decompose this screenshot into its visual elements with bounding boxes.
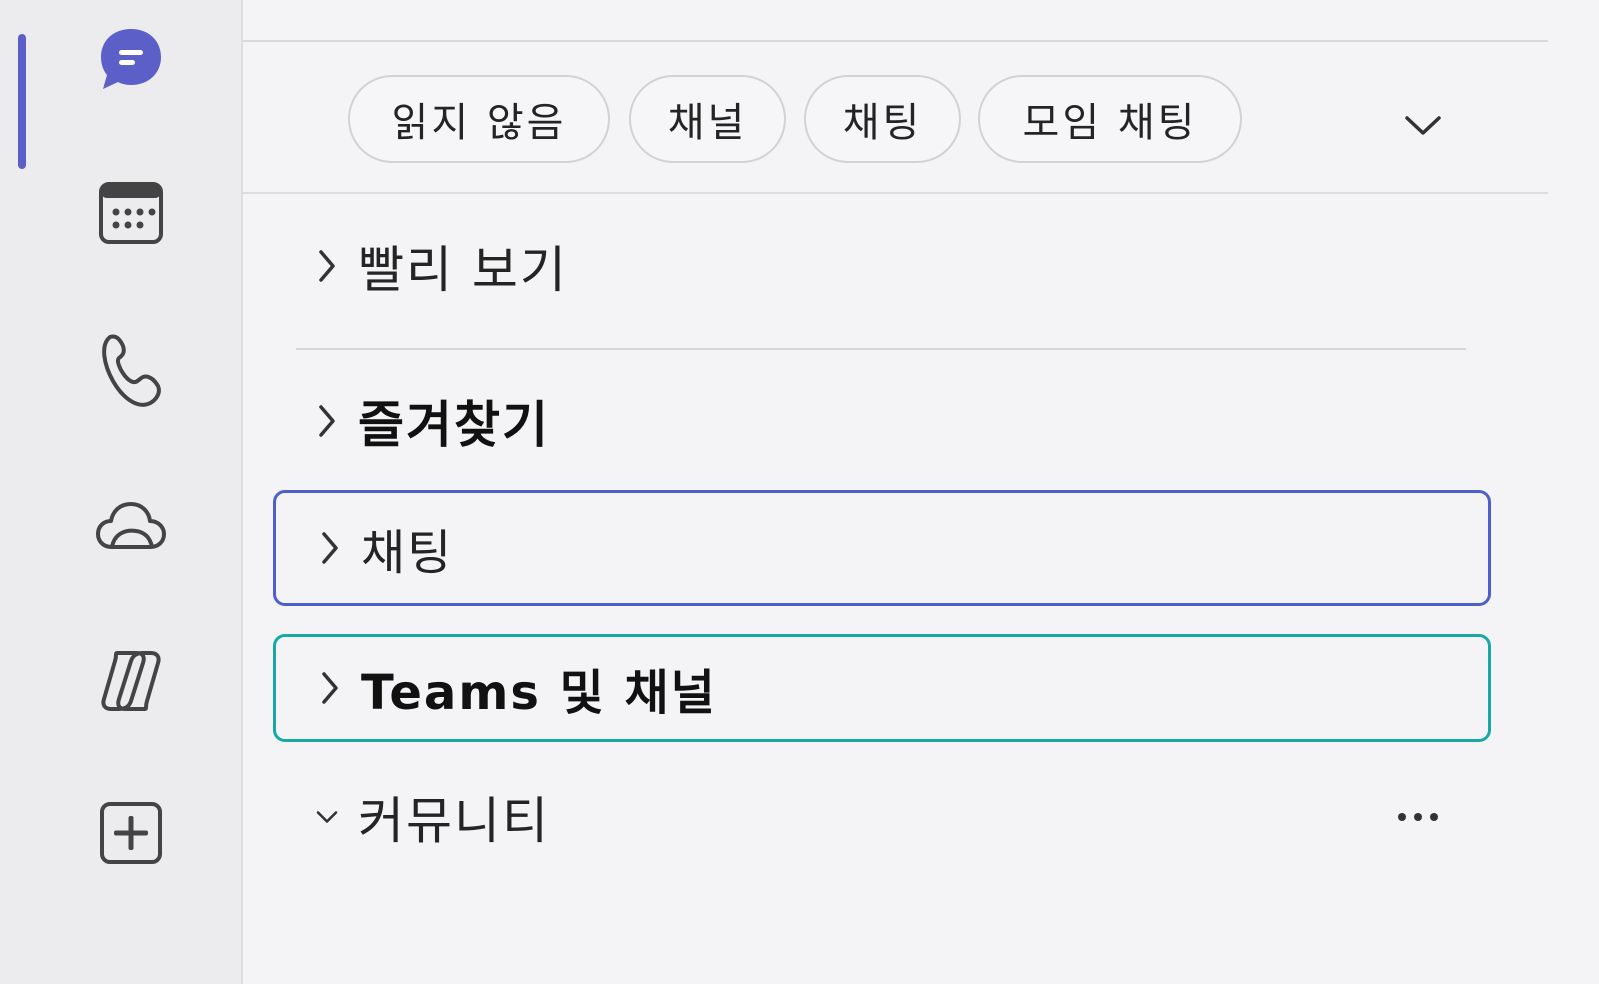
more-options-icon[interactable] — [1383, 797, 1453, 837]
filter-chip-meeting-chats[interactable]: 모임 채팅 — [978, 75, 1242, 163]
section-label: 빨리 보기 — [358, 241, 568, 299]
chat-icon — [101, 29, 161, 89]
rail-chat-button[interactable] — [86, 14, 176, 104]
section-quick-view[interactable]: 빨리 보기 — [273, 225, 1491, 307]
section-chats[interactable]: 채팅 — [273, 490, 1491, 606]
filter-expand-button[interactable] — [1393, 95, 1453, 155]
phone-icon — [102, 334, 161, 407]
chevron-down-icon — [315, 797, 339, 837]
section-label: 즐겨찾기 — [358, 396, 550, 454]
copilot-icon — [101, 651, 161, 711]
section-label: Teams 및 채널 — [361, 665, 717, 721]
section-communities[interactable]: 커뮤니티 — [273, 776, 1491, 858]
section-label: 채팅 — [361, 525, 454, 581]
rail-copilot-button[interactable] — [86, 636, 176, 726]
chevron-right-icon — [315, 246, 339, 286]
divider — [243, 192, 1548, 194]
filter-chip-unread[interactable]: 읽지 않음 — [348, 75, 610, 163]
section-favorites[interactable]: 즐겨찾기 — [273, 380, 1491, 462]
calendar-icon — [99, 182, 163, 244]
rail-onedrive-button[interactable] — [86, 480, 176, 570]
cloud-icon — [96, 502, 166, 549]
filter-chip-channels[interactable]: 채널 — [629, 75, 786, 163]
rail-calls-button[interactable] — [86, 326, 176, 416]
add-apps-icon — [100, 802, 162, 864]
divider — [296, 348, 1466, 350]
divider — [243, 40, 1548, 42]
active-indicator — [18, 34, 26, 169]
rail-apps-button[interactable] — [86, 788, 176, 878]
chevron-right-icon — [318, 668, 342, 708]
chevron-down-icon — [1405, 116, 1441, 135]
chevron-right-icon — [315, 401, 339, 441]
filter-chip-chats[interactable]: 채팅 — [804, 75, 961, 163]
chat-list-pane: 읽지 않음 채널 채팅 모임 채팅 빨리 보기 즐겨찾기 채팅 Teams 및 … — [243, 0, 1599, 984]
rail-calendar-button[interactable] — [86, 168, 176, 258]
section-label: 커뮤니티 — [358, 792, 550, 850]
section-teams-and-channels[interactable]: Teams 및 채널 — [273, 634, 1491, 742]
chevron-right-icon — [318, 528, 342, 568]
app-rail — [0, 0, 243, 984]
